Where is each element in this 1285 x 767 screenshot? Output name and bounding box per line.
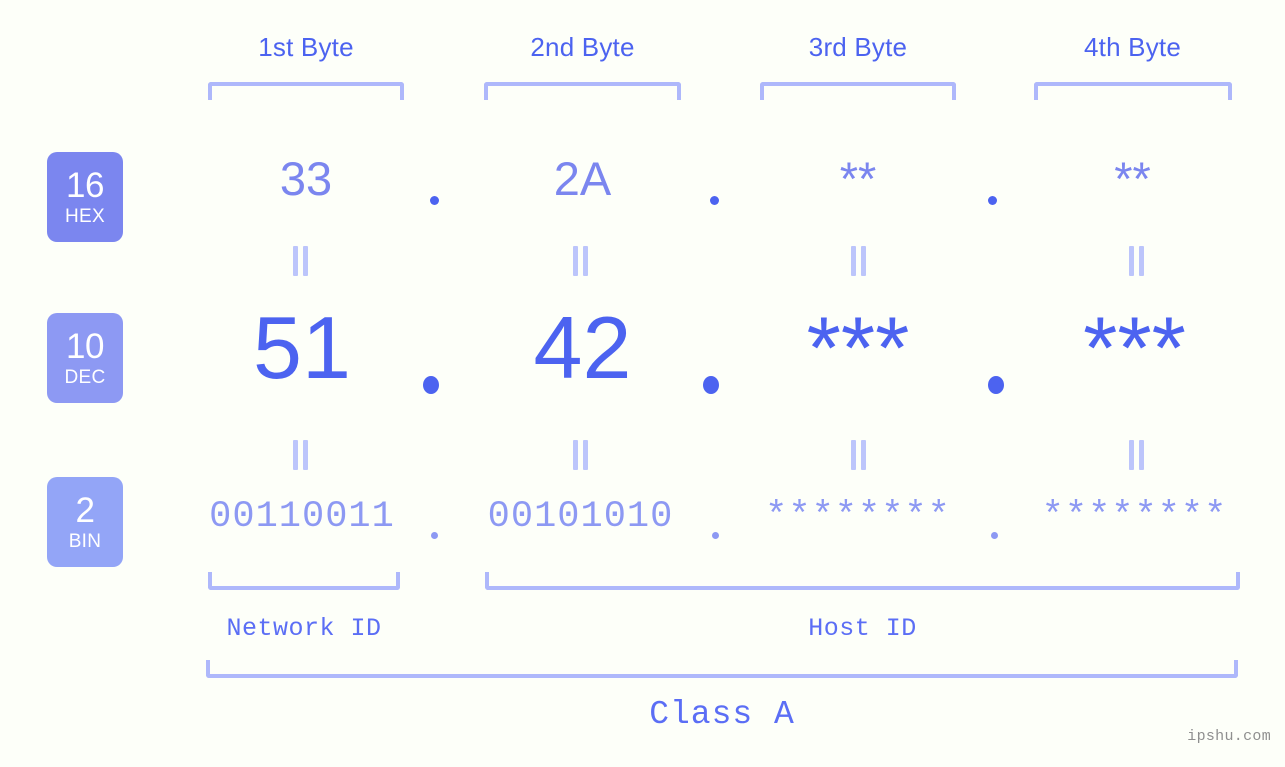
watermark: ipshu.com [1187, 728, 1271, 745]
base-badge-bin: 2 BIN [47, 477, 123, 567]
dec-byte-1: 51 [253, 298, 351, 397]
bin-byte-2: 00101010 [487, 496, 674, 538]
equals-icon-dec-bin-1 [292, 440, 308, 470]
dec-byte-4: *** [1083, 298, 1186, 397]
bin-separator-1 [431, 532, 438, 539]
equals-icon-hex-dec-4 [1128, 246, 1144, 276]
base-badge-dec-number: 10 [66, 327, 104, 366]
byte-header-4: 4th Byte [1084, 32, 1181, 62]
hex-separator-3 [988, 196, 997, 205]
hex-separator-1 [430, 196, 439, 205]
dec-separator-3 [988, 376, 1004, 394]
equals-icon-dec-bin-4 [1128, 440, 1144, 470]
base-badge-hex-name: HEX [65, 206, 105, 227]
byte-bracket-1 [208, 82, 404, 100]
byte-bracket-3 [760, 82, 956, 100]
network-id-label: Network ID [226, 614, 382, 643]
equals-icon-dec-bin-3 [850, 440, 866, 470]
byte-header-2: 2nd Byte [530, 32, 635, 62]
host-id-bracket [485, 572, 1240, 590]
byte-bracket-4 [1034, 82, 1232, 100]
dec-separator-2 [703, 376, 719, 394]
class-label: Class A [649, 696, 795, 733]
network-id-bracket [208, 572, 400, 590]
bin-byte-4: ******** [1041, 496, 1228, 538]
byte-header-1: 1st Byte [258, 32, 354, 62]
equals-icon-dec-bin-2 [572, 440, 588, 470]
base-badge-bin-number: 2 [75, 491, 95, 530]
dec-separator-1 [423, 376, 439, 394]
base-badge-bin-name: BIN [68, 531, 102, 552]
bin-separator-3 [991, 532, 998, 539]
hex-byte-4: ** [1114, 152, 1151, 205]
hex-separator-2 [710, 196, 719, 205]
host-id-label: Host ID [808, 614, 917, 643]
dec-byte-2: 42 [533, 298, 632, 397]
bin-byte-3: ******** [765, 496, 951, 538]
base-badge-dec: 10 DEC [47, 313, 123, 403]
equals-icon-hex-dec-2 [572, 246, 588, 276]
bin-separator-2 [712, 532, 719, 539]
equals-icon-hex-dec-1 [292, 246, 308, 276]
hex-byte-1: 33 [279, 152, 333, 205]
bin-byte-1: 00110011 [209, 496, 395, 538]
byte-bracket-2 [484, 82, 681, 100]
hex-byte-2: 2A [553, 152, 612, 205]
base-badge-hex-number: 16 [66, 166, 104, 205]
class-bracket [206, 660, 1238, 678]
equals-icon-hex-dec-3 [850, 246, 866, 276]
byte-header-3: 3rd Byte [808, 32, 908, 62]
base-badge-dec-name: DEC [64, 367, 106, 388]
hex-byte-3: ** [839, 152, 877, 205]
base-badge-hex: 16 HEX [47, 152, 123, 242]
dec-byte-3: *** [806, 298, 910, 397]
ip-byte-diagram: 1st Byte 2nd Byte 3rd Byte 4th Byte 16 H… [0, 0, 1285, 767]
